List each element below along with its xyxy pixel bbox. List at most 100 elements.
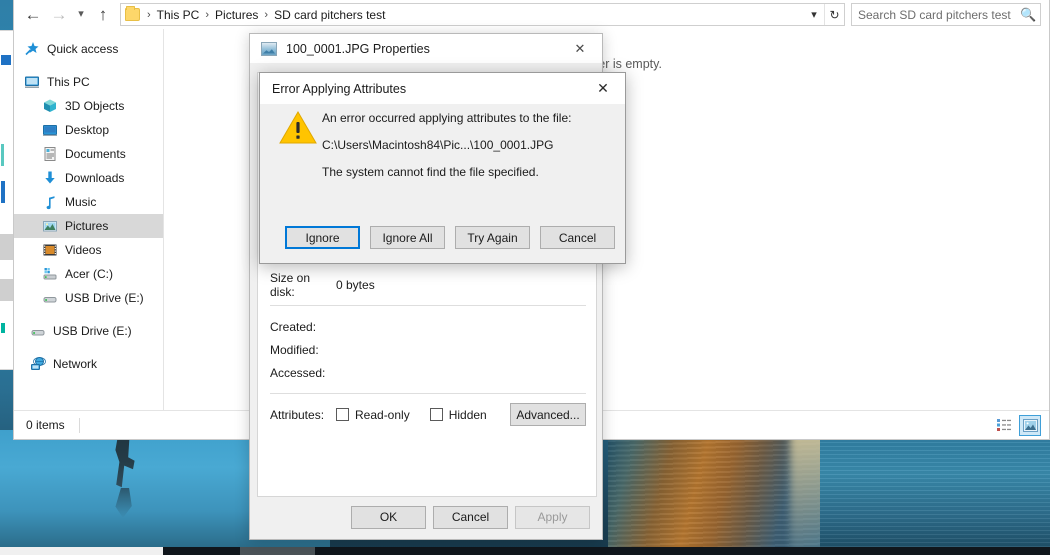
up-button[interactable]: ↑ [90,2,116,28]
sidebar-item-label: Music [65,195,97,209]
breadcrumb-item-sd-card-pitchers-test[interactable]: SD card pitchers test [273,8,386,22]
error-cancel-button[interactable]: Cancel [540,226,615,249]
taskbar[interactable] [0,547,1050,555]
warning-triangle-icon [279,111,317,145]
breadcrumb-item-this-pc[interactable]: This PC [156,8,201,22]
ignore-button[interactable]: Ignore [285,226,360,249]
property-row-modified: Modified: [270,338,586,361]
cancel-button[interactable]: Cancel [433,505,508,529]
back-button[interactable]: ← [20,2,46,28]
refresh-button[interactable]: ↻ [824,4,844,25]
hidden-checkbox[interactable]: Hidden [429,407,487,422]
attributes-row: Attributes: Read-only Hidden Advanced... [270,403,586,426]
sidebar-item-label: Network [53,357,98,371]
properties-title: 100_0001.JPG Properties [286,41,430,56]
hidden-label: Hidden [448,407,487,422]
property-row-size-on-disk: Size on disk: 0 bytes [270,270,586,299]
property-row-accessed: Accessed: [270,361,586,384]
sidebar-item-label: Videos [65,243,102,257]
taskbar-active-item[interactable] [240,547,315,555]
monitor-icon [24,74,40,90]
status-divider [78,417,80,433]
video-icon [42,242,58,258]
sidebar-item-label: This PC [47,75,90,89]
sidebar-item-label: Documents [65,147,126,161]
search-icon[interactable]: 🔍 [1020,7,1036,22]
large-icons-view-button[interactable] [1019,414,1041,436]
property-label: Size on disk: [270,270,311,299]
property-value: 0 bytes [336,277,375,292]
sidebar-item-music[interactable]: Music [14,190,163,214]
search-placeholder: Search SD card pitchers test [858,7,1011,22]
sidebar-item-videos[interactable]: Videos [14,238,163,262]
details-view-button[interactable] [993,415,1015,436]
cube-icon [42,98,58,114]
breadcrumb-separator: › [264,8,269,21]
readonly-label: Read-only [355,407,410,422]
sidebar-item-label: Desktop [65,123,110,137]
sidebar-item-downloads[interactable]: Downloads [14,166,163,190]
sidebar-item-3d-objects[interactable]: 3D Objects [14,94,163,118]
desktop-icon [42,122,58,138]
view-buttons [993,414,1049,436]
background-window-accent-2 [1,144,4,166]
sidebar-item-label: Downloads [65,171,125,185]
attributes-label: Attributes: [270,407,325,422]
music-note-icon [42,194,58,210]
sidebar-item-pictures[interactable]: Pictures [14,214,163,238]
sidebar-item-this-pc[interactable]: This PC [14,70,163,94]
breadcrumb-bar[interactable]: › This PC › Pictures › SD card pitchers … [120,3,845,26]
ok-button[interactable]: OK [351,505,426,529]
sidebar-item-label: Acer (C:) [65,267,113,281]
hard-drive-icon [42,266,58,282]
sidebar-item-label: Pictures [65,219,109,233]
sidebar-item-desktop[interactable]: Desktop [14,118,163,142]
property-label: Modified: [270,342,319,357]
error-message-line-3: The system cannot find the file specifie… [322,165,539,179]
checkbox-box[interactable] [336,408,349,421]
address-bar: ← → ▾ ↑ › This PC › Pictures › SD card p… [14,0,1049,29]
background-window-accent-4 [1,323,5,333]
readonly-checkbox[interactable]: Read-only [336,408,410,422]
sidebar-item-quick-access[interactable]: Quick access [14,37,163,61]
sidebar-item-network[interactable]: Network [14,352,163,376]
breadcrumb-dropdown-button[interactable]: ▾ [804,4,824,25]
sidebar-item-acer-c[interactable]: Acer (C:) [14,262,163,286]
sidebar-item-label: Quick access [47,42,119,56]
wallpaper-rock-reflection [608,430,820,555]
try-again-button[interactable]: Try Again [455,226,530,249]
sidebar-item-usb-drive-e-2[interactable]: USB Drive (E:) [14,319,163,343]
recent-locations-button[interactable]: ▾ [72,2,90,28]
breadcrumb-item-pictures[interactable]: Pictures [214,8,259,22]
search-input[interactable]: Search SD card pitchers test 🔍 [851,3,1041,26]
apply-button: Apply [515,505,590,529]
forward-button[interactable]: → [46,2,72,28]
advanced-button[interactable]: Advanced... [510,403,586,426]
ignore-all-button[interactable]: Ignore All [370,226,445,249]
error-title-bar[interactable]: Error Applying Attributes ✕ [260,73,625,104]
arrow-left-icon: ← [24,5,42,24]
usb-drive-icon [42,290,58,306]
checkbox-box[interactable] [429,408,443,421]
properties-fields: Size on disk: 0 bytes Created: Modified:… [270,270,586,426]
property-label: Accessed: [270,365,326,380]
image-file-icon [261,41,277,56]
error-message-line-1: An error occurred applying attributes to… [322,111,572,125]
properties-title-bar[interactable]: 100_0001.JPG Properties ✕ [250,34,602,64]
pin-star-icon [24,41,40,57]
background-window-accent-3 [1,181,5,203]
sidebar-item-label: USB Drive (E:) [65,291,144,305]
details-view-icon [997,419,1011,431]
arrow-up-icon: ↑ [98,5,108,24]
download-arrow-icon [42,170,58,186]
chevron-down-icon: ▾ [78,8,84,20]
sidebar-item-usb-drive-e-1[interactable]: USB Drive (E:) [14,286,163,310]
navigation-pane[interactable]: Quick access This PC 3D Objects Desktop … [14,29,164,410]
error-dialog: Error Applying Attributes ✕ An error occ… [259,72,626,264]
sidebar-item-label: USB Drive (E:) [53,324,132,338]
properties-close-button[interactable]: ✕ [558,34,602,64]
sidebar-item-documents[interactable]: Documents [14,142,163,166]
close-icon: ✕ [597,80,609,96]
error-close-button[interactable]: ✕ [581,73,625,104]
